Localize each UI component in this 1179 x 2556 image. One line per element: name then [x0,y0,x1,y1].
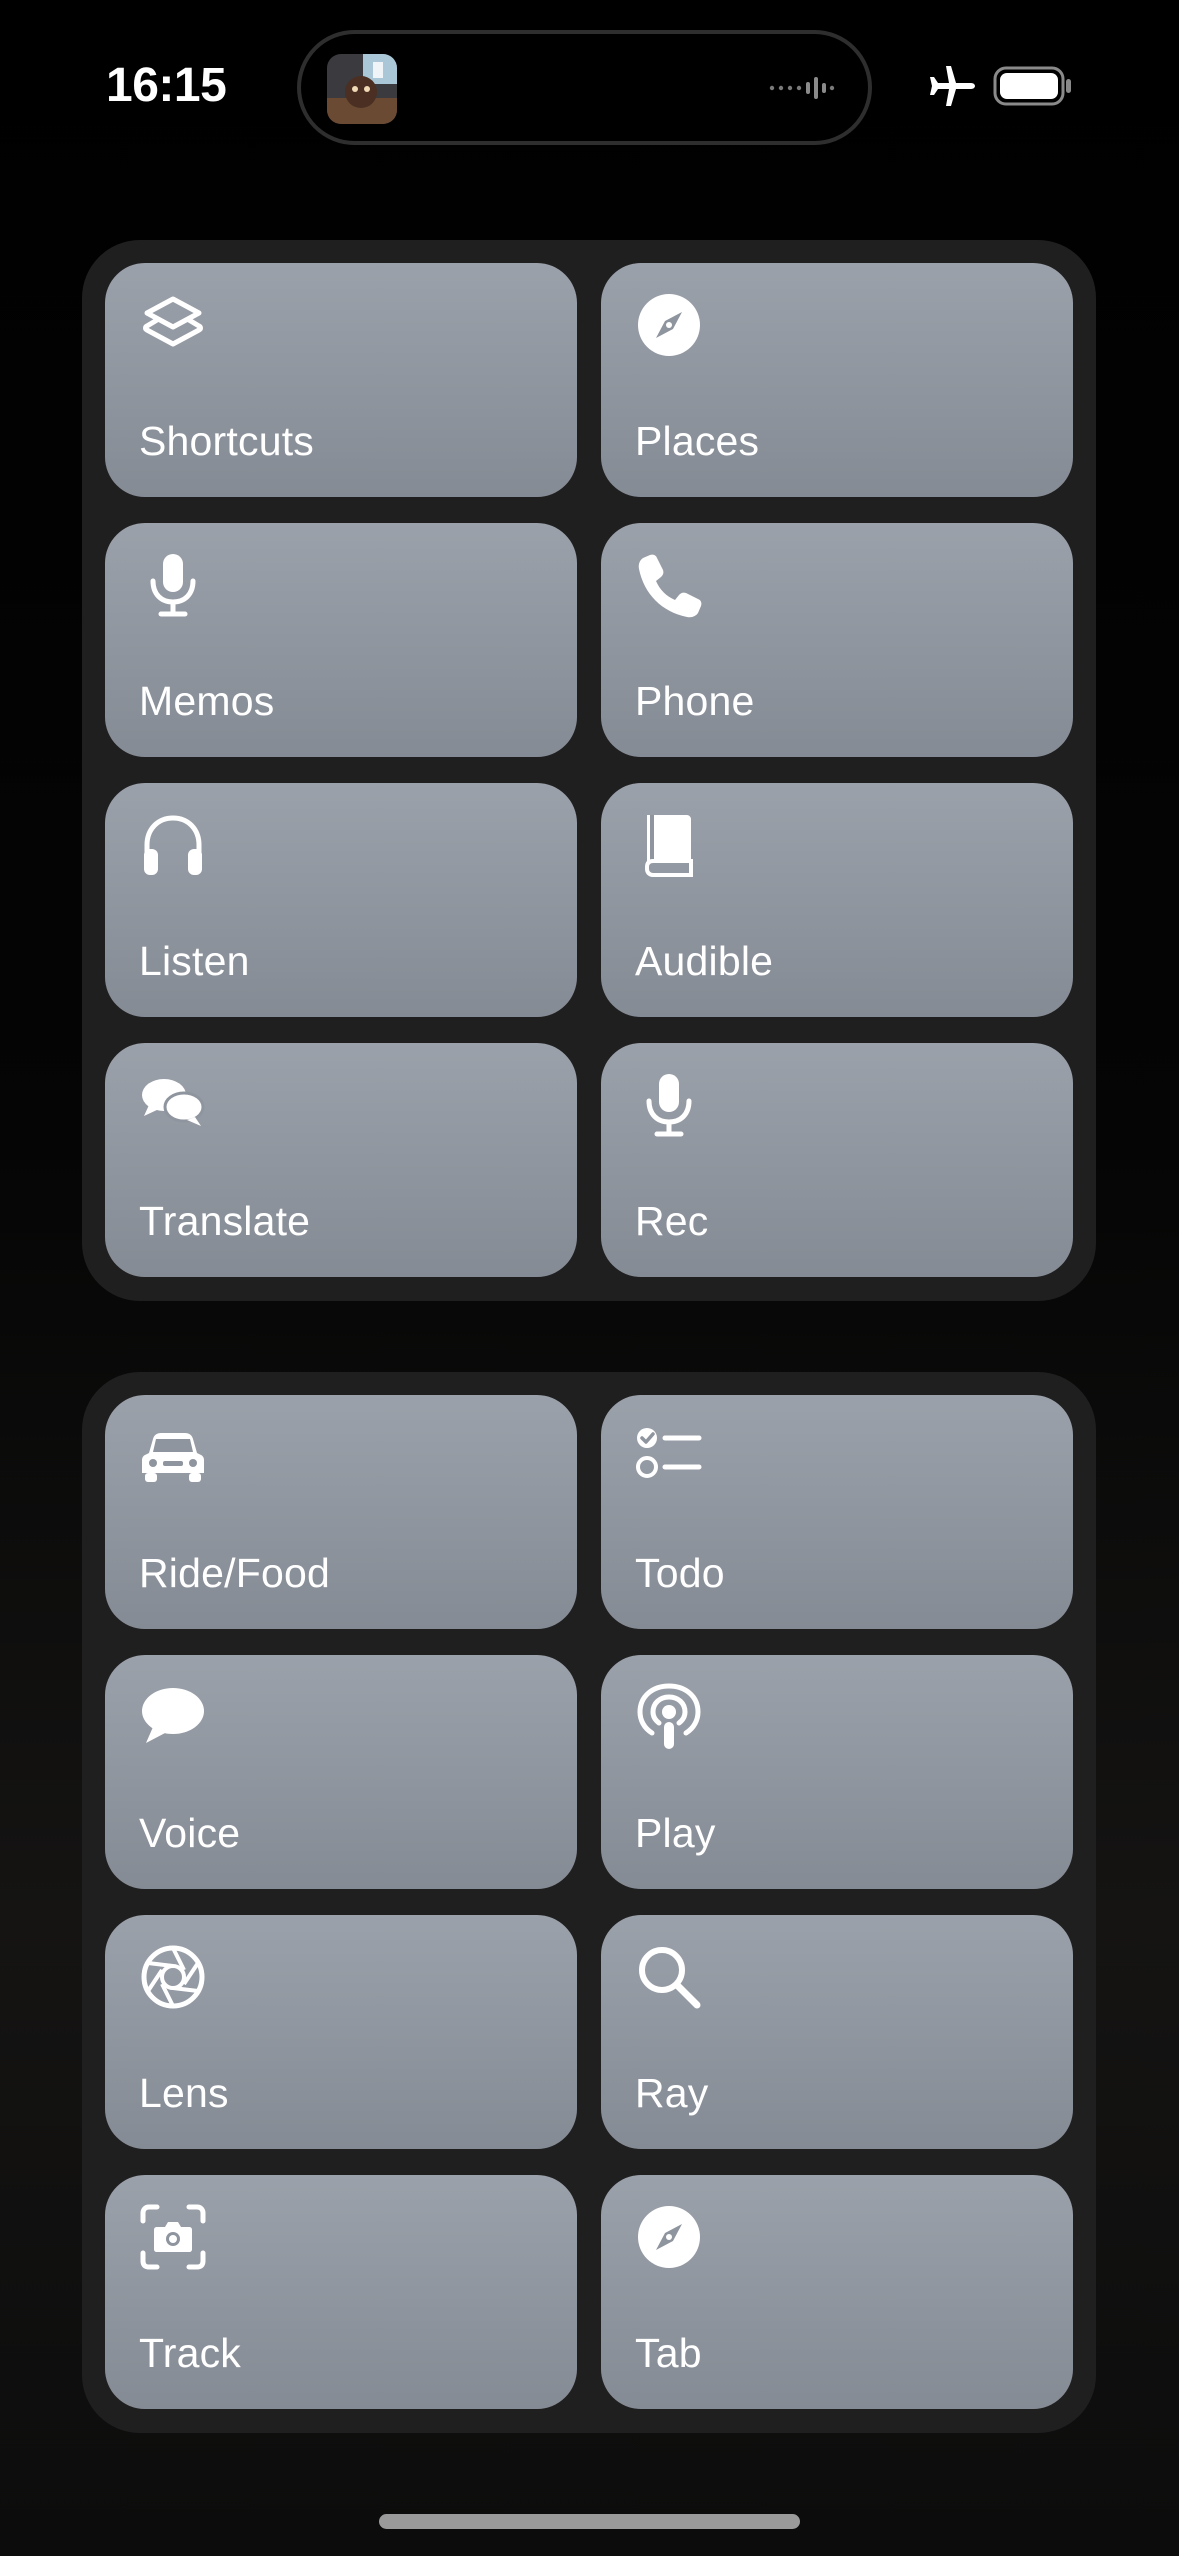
tile-lens[interactable]: Lens [105,1915,577,2149]
tile-listen[interactable]: Listen [105,783,577,1017]
shortcut-panel-top: Shortcuts Places Memos Phone Listen Audi… [82,240,1096,1301]
tile-label: Audible [635,938,774,984]
tile-shortcuts[interactable]: Shortcuts [105,263,577,497]
tile-label: Todo [635,1550,725,1596]
tile-ray[interactable]: Ray [601,1915,1073,2149]
tile-label: Memos [139,678,275,724]
home-indicator[interactable] [379,2514,800,2529]
tile-memos[interactable]: Memos [105,523,577,757]
chat-bubbles-icon [142,1079,205,1126]
camera-viewfinder-icon [140,2204,206,2270]
aperture-icon [141,1945,205,2009]
tile-label: Lens [139,2070,229,2116]
phone-icon [638,554,702,618]
tile-label: Track [139,2330,241,2376]
tile-ride-food[interactable]: Ride/Food [105,1395,577,1629]
podcast-icon [637,1683,701,1749]
tile-label: Play [635,1810,716,1856]
tile-places[interactable]: Places [601,263,1073,497]
tile-label: Tab [635,2330,702,2376]
compass-icon [638,294,700,356]
tile-play[interactable]: Play [601,1655,1073,1889]
dynamic-island[interactable] [297,30,872,145]
headphones-icon [144,815,202,875]
airplane-icon [930,66,975,106]
checklist-icon [636,1428,702,1478]
battery-full-icon [993,66,1071,106]
shortcut-panel-bottom: Ride/Food Todo Voice Play Lens Ray Track… [82,1372,1096,2433]
tile-phone[interactable]: Phone [601,523,1073,757]
magnifying-glass-icon [639,1947,701,2009]
compass-icon [638,2206,700,2268]
tile-label: Shortcuts [139,418,314,464]
car-icon [142,1433,204,1482]
tile-translate[interactable]: Translate [105,1043,577,1277]
tile-label: Voice [139,1810,241,1856]
status-time: 16:15 [106,59,227,112]
speech-bubble-icon [142,1688,204,1743]
tile-label: Rec [635,1198,709,1244]
tile-label: Translate [139,1198,311,1244]
tile-track[interactable]: Track [105,2175,577,2409]
tile-voice[interactable]: Voice [105,1655,577,1889]
tile-tab[interactable]: Tab [601,2175,1073,2409]
audio-waveform-icon [769,77,835,99]
microphone-icon [150,554,196,617]
tile-label: Phone [635,678,755,724]
tile-rec[interactable]: Rec [601,1043,1073,1277]
microphone-icon [646,1074,692,1137]
shortcuts-icon [143,296,203,347]
status-icons [925,58,1073,114]
tile-label: Listen [139,938,250,984]
book-icon [645,815,693,877]
tile-audible[interactable]: Audible [601,783,1073,1017]
tile-label: Places [635,418,760,464]
tile-label: Ray [635,2070,709,2116]
tile-label: Ride/Food [139,1550,330,1596]
tile-todo[interactable]: Todo [601,1395,1073,1629]
album-art[interactable] [327,54,397,124]
